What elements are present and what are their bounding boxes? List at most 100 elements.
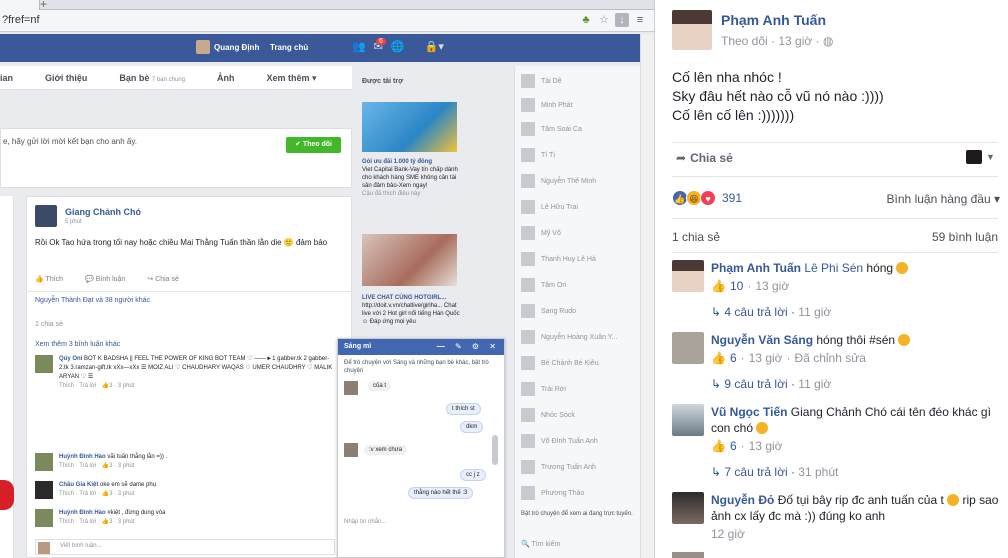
chat-contact[interactable]: Bé Chảnh Bé Kiêu: [521, 356, 599, 370]
page-avatar: [966, 150, 982, 164]
avatar[interactable]: [672, 260, 704, 292]
chat-window-header[interactable]: Sáng mì — ✎ ⚙ ✕: [338, 339, 504, 355]
avatar[interactable]: [35, 205, 57, 227]
post-time[interactable]: 5 phút: [65, 219, 82, 225]
page-selector[interactable]: ▼: [966, 150, 995, 164]
ad-text[interactable]: LIVE CHAT CÙNG HOTGIRL... http://doit.v.…: [362, 294, 460, 326]
page-scrollbar[interactable]: [640, 34, 654, 558]
post-shares[interactable]: 1 chia sẻ: [35, 321, 63, 328]
chat-contact[interactable]: Tâm Ori: [521, 278, 566, 292]
chat-contact[interactable]: Phương Thảo: [521, 486, 584, 500]
like-icon[interactable]: 👍: [711, 278, 726, 294]
comment-time[interactable]: 12 giờ: [711, 526, 745, 542]
menu-icon[interactable]: ≡: [633, 13, 647, 27]
comment-author[interactable]: Qúy Oni: [59, 356, 82, 362]
chat-notice[interactable]: Bật trò chuyện để xem ai đang trực tuyến…: [521, 510, 635, 518]
like-icon[interactable]: 👍: [711, 350, 726, 366]
star-icon[interactable]: ☆: [597, 13, 611, 27]
post-author[interactable]: Phạm Anh Tuấn: [721, 12, 826, 28]
friends-icon[interactable]: 👥: [352, 40, 366, 53]
extension-icon[interactable]: ♣: [579, 13, 593, 27]
chat-contact[interactable]: Tí Tị: [521, 148, 555, 162]
avatar: [521, 174, 535, 188]
like-button[interactable]: 👍 Thích: [35, 275, 63, 283]
chat-contact[interactable]: Sang Rudo: [521, 304, 576, 318]
like-icon[interactable]: 👍: [711, 438, 726, 454]
comment-meta[interactable]: Thích · Trả lời · 👍3 · 3 phút: [59, 491, 134, 497]
comment-author[interactable]: Nguyễn Văn Sáng: [711, 333, 813, 347]
share-count[interactable]: 1 chia sẻ: [672, 230, 720, 244]
chat-contact[interactable]: Minh Phát: [521, 98, 573, 112]
comment-author[interactable]: Nguyễn Đỏ: [711, 493, 774, 507]
chat-input[interactable]: Nhập tin nhắn...: [344, 519, 386, 525]
lock-icon[interactable]: 🔒▾: [425, 40, 444, 53]
avatar[interactable]: [35, 453, 53, 471]
comment-time[interactable]: 13 giờ: [749, 350, 783, 366]
profile-nav-item[interactable]: Ảnh: [217, 66, 245, 89]
avatar[interactable]: [672, 492, 704, 524]
address-bar[interactable]: ?fref=nf ♣ ☆ ↓ ≡: [0, 10, 654, 32]
avatar[interactable]: [672, 332, 704, 364]
chat-window-tools-icon[interactable]: — ✎ ⚙ ✕: [437, 342, 500, 351]
comment-input[interactable]: Viết bình luận...: [35, 539, 335, 555]
chat-scrollbar[interactable]: [492, 435, 498, 465]
ad-image[interactable]: [362, 234, 457, 286]
chat-contact[interactable]: Nguyễn Hoàng Xuân Y...: [521, 330, 617, 344]
comment-meta[interactable]: Thích · Trả lời · 👍3 · 3 phút: [59, 519, 134, 525]
home-link[interactable]: Trang chủ: [270, 43, 308, 52]
chat-contact[interactable]: Lê Hữu Trai: [521, 200, 578, 214]
edited-label[interactable]: Đã chỉnh sửa: [795, 350, 866, 366]
avatar[interactable]: [35, 355, 53, 373]
profile-nav-item[interactable]: Bạn bè 7 bạn chung: [119, 66, 195, 89]
post-author[interactable]: Giang Chảnh Chó: [65, 207, 141, 217]
comment-author[interactable]: Phạm Anh Tuấn: [711, 261, 801, 275]
comment-author[interactable]: Huỳnh Đình Hào: [59, 510, 106, 516]
replies-link[interactable]: ↳ 9 câu trả lời · 11 giờ: [711, 377, 831, 391]
avatar[interactable]: [35, 481, 53, 499]
chat-contact[interactable]: Mỹ Võ: [521, 226, 561, 240]
chat-contact[interactable]: Trải Rời: [521, 382, 566, 396]
share-button[interactable]: ↪ Chia sẻ: [147, 275, 179, 283]
follow-link[interactable]: Theo dõi: [721, 34, 768, 48]
chat-contact[interactable]: Nhóc Sock: [521, 408, 575, 422]
post-likes[interactable]: Nguyễn Thành Đạt và 38 người khác: [35, 297, 150, 304]
comment-meta[interactable]: Thích · Trả lời · 👍3 · 3 phút: [59, 463, 134, 469]
comment-author[interactable]: Huỳnh Đình Hào: [59, 454, 106, 460]
post-time[interactable]: 13 giờ: [778, 34, 812, 48]
avatar[interactable]: [35, 509, 53, 527]
browser-tab[interactable]: [0, 0, 40, 10]
chat-contact[interactable]: Nguyễn Thế Minh: [521, 174, 596, 188]
avatar[interactable]: [672, 10, 712, 50]
share-button[interactable]: ➦ Chia sẻ: [672, 151, 733, 165]
comment-author[interactable]: Châu Gia Kiệt: [59, 482, 98, 488]
chat-contact[interactable]: Trương Tuấn Anh: [521, 460, 596, 474]
comment-meta[interactable]: Thích · Trả lời · 👍3 · 3 phút: [59, 383, 134, 389]
replies-link[interactable]: ↳ 4 câu trả lời · 11 giờ: [711, 305, 831, 319]
chat-contact[interactable]: Tâm Soái Ca: [521, 122, 582, 136]
profile-nav-item[interactable]: ian: [0, 66, 23, 89]
chat-contact[interactable]: Thanh Huy Lê Hà: [521, 252, 596, 266]
comment-count[interactable]: 59 bình luận: [932, 230, 998, 244]
comment-button[interactable]: 💬 Bình luận: [85, 275, 125, 283]
chat-contact[interactable]: Tài Dê: [521, 74, 562, 88]
ad-image[interactable]: [362, 102, 457, 152]
avatar[interactable]: [672, 404, 704, 436]
chat-intro[interactable]: Để trò chuyện với Sáng và những bạn bè k…: [344, 359, 494, 375]
more-comments-link[interactable]: Xem thêm 3 bình luận khác: [35, 341, 120, 348]
ad-text[interactable]: Gói ưu đãi 1.000 tỷ đồng Viet Capital Ba…: [362, 158, 460, 198]
chat-contact[interactable]: Võ Đình Tuấn Anh: [521, 434, 598, 448]
chat-search[interactable]: 🔍 Tìm kiếm: [521, 540, 635, 548]
download-icon[interactable]: ↓: [615, 13, 629, 27]
replies-link[interactable]: ↳ 7 câu trả lời · 31 phút: [711, 465, 838, 479]
comment-time[interactable]: 13 giờ: [755, 278, 789, 294]
follow-button[interactable]: ✔ Theo dõi: [286, 137, 341, 153]
comment-mention[interactable]: Lê Phi Sén: [804, 261, 863, 275]
comment-sort-dropdown[interactable]: Bình luận hàng đầu ▾: [887, 192, 1000, 206]
topbar-user[interactable]: Quang Định: [196, 40, 259, 54]
comment-author[interactable]: Vũ Ngọc Tiến: [711, 405, 787, 419]
profile-nav-item[interactable]: Giới thiệu: [45, 66, 97, 89]
profile-nav-item[interactable]: Xem thêm ▾: [266, 66, 326, 89]
comment-time[interactable]: 13 giờ: [749, 438, 783, 454]
reactions-summary[interactable]: 👍 😆 ♥ 391: [672, 190, 742, 206]
notifications-icon[interactable]: 🌐: [391, 40, 405, 53]
